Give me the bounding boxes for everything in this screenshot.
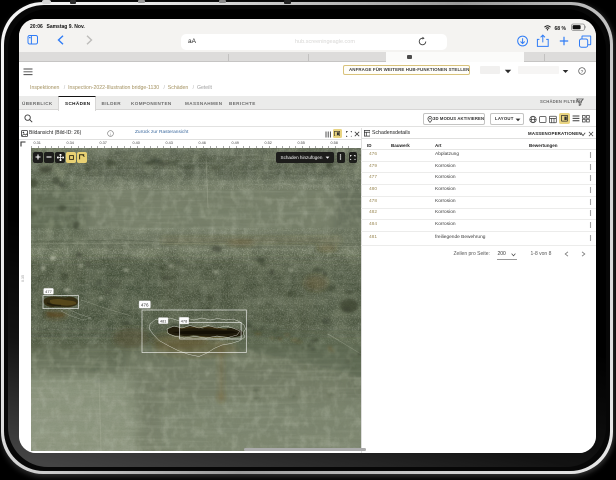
svg-text:68 %: 68 % <box>555 26 567 32</box>
svg-text:?: ? <box>581 69 584 75</box>
svg-text:481: 481 <box>159 318 166 323</box>
svg-text:477: 477 <box>45 289 52 294</box>
svg-text:476: 476 <box>140 302 148 307</box>
svg-text:i: i <box>110 131 112 136</box>
svg-text:478: 478 <box>180 318 187 323</box>
